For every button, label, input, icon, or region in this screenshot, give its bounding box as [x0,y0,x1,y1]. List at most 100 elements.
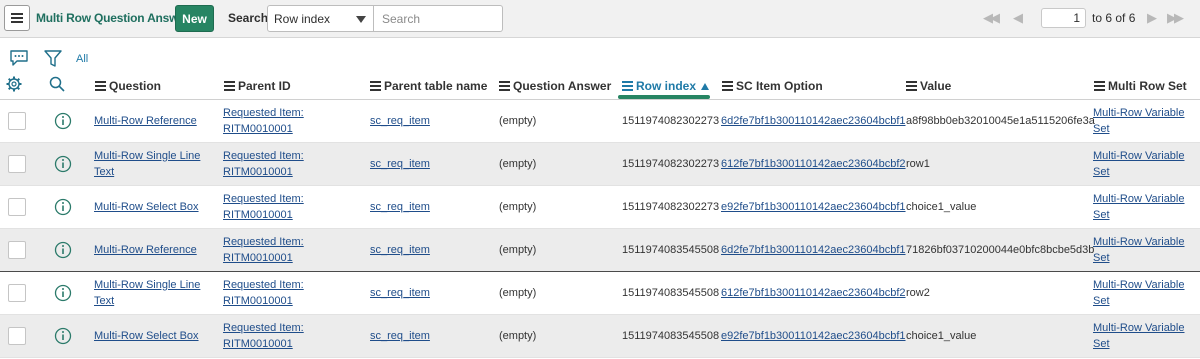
list-header-bar: Multi Row Question Answers New Search Ro… [0,0,1200,38]
question-link[interactable]: Multi-Row Reference [94,113,197,129]
parent-table-link[interactable]: sc_req_item [370,199,430,215]
filter-breadcrumb-all[interactable]: All [76,53,88,65]
multi-row-set-link-line: Multi-Row Variable [1093,107,1185,119]
parent-id-link-line: RITM0010001 [223,295,293,307]
new-button[interactable]: New [175,5,214,32]
value-text: choice1_value [906,201,977,213]
sc-item-option-link[interactable]: 6d2fe7bf1b300110142aec23604bcbf1 [721,113,906,129]
multi-row-set-link[interactable]: Multi-Row Variable Set [1093,234,1185,266]
info-icon[interactable] [54,155,72,176]
multi-row-set-link[interactable]: Multi-Row Variable Set [1093,277,1185,309]
row-index-value: 1511974083545508 [622,287,720,299]
info-icon[interactable] [54,241,72,262]
parent-id-link[interactable]: Requested Item: RITM0010001 [223,148,304,180]
column-header-label: Parent table name [384,79,488,93]
parent-id-link[interactable]: Requested Item: RITM0010001 [223,320,304,352]
previous-page-icon[interactable]: ◀ [1013,10,1023,26]
column-header-label: Multi Row Set [1108,79,1187,93]
column-header-label: Row index [636,79,697,93]
info-icon[interactable] [54,198,72,219]
value-text: 71826bf03710200044e0bfc8bcbe5d3b [906,244,1095,256]
parent-id-link[interactable]: Requested Item: RITM0010001 [223,191,304,223]
table-row: Multi-Row Reference Requested Item: RITM00… [0,229,1200,272]
first-page-icon[interactable]: ◀◀ [983,10,1000,26]
parent-id-link-line: Requested Item: [223,150,304,162]
last-page-icon[interactable]: ▶▶ [1167,10,1184,26]
question-link[interactable]: Multi-Row Select Box [94,199,199,215]
column-header-row-index[interactable]: Row index [622,79,710,93]
column-header-parent-table-name[interactable]: Parent table name [370,79,487,93]
multi-row-set-link[interactable]: Multi-Row Variable Set [1093,191,1185,223]
question-link[interactable]: Multi-Row Single Line Text [94,148,200,180]
question-link-line: Multi-Row Select Box [94,330,199,342]
column-menu-icon[interactable] [722,79,733,93]
row-checkbox[interactable] [8,284,26,302]
search-placeholder: Search [382,12,421,26]
parent-table-link[interactable]: sc_req_item [370,242,430,258]
value-text: row2 [906,287,930,299]
column-header-value[interactable]: Value [906,79,951,93]
row-checkbox[interactable] [8,327,26,345]
column-header-parent-id[interactable]: Parent ID [224,79,291,93]
question-link-line: Multi-Row Single Line [94,150,201,162]
column-menu-icon[interactable] [1094,79,1105,93]
column-header-label: Value [920,79,952,93]
parent-table-link[interactable]: sc_req_item [370,113,430,129]
column-menu-icon[interactable] [906,79,917,93]
parent-table-link[interactable]: sc_req_item [370,285,430,301]
multi-row-set-link[interactable]: Multi-Row Variable Set [1093,320,1185,352]
info-icon[interactable] [54,284,72,305]
row-checkbox[interactable] [8,198,26,216]
question-answer-value: (empty) [499,287,537,299]
info-icon[interactable] [54,112,72,133]
column-header-question[interactable]: Question [95,79,161,93]
parent-id-link[interactable]: Requested Item: RITM0010001 [223,105,304,137]
list-title[interactable]: Multi Row Question Answers [36,11,196,25]
value-text: a8f98bb0eb32010045e1a5115206fe3a [906,115,1095,127]
parent-table-link[interactable]: sc_req_item [370,156,430,172]
page-number-input[interactable]: 1 [1041,8,1086,28]
parent-id-link-line: Requested Item: [223,193,304,205]
question-link-line: Multi-Row Single Line [94,279,201,291]
column-menu-icon[interactable] [224,79,235,93]
parent-id-link-line: RITM0010001 [223,209,293,221]
parent-table-link[interactable]: sc_req_item [370,328,430,344]
search-icon[interactable] [49,76,65,92]
multi-row-set-link-line: Set [1093,338,1110,350]
column-menu-icon[interactable] [370,79,381,93]
column-header-multi-row-set[interactable]: Multi Row Set [1094,79,1187,93]
row-checkbox[interactable] [8,112,26,130]
column-header-sc-item-option[interactable]: SC Item Option [722,79,823,93]
question-link[interactable]: Multi-Row Single Line Text [94,277,200,309]
parent-id-link[interactable]: Requested Item: RITM0010001 [223,234,304,266]
info-icon[interactable] [54,327,72,348]
next-page-icon[interactable]: ▶ [1147,10,1157,26]
sc-item-option-link[interactable]: 612fe7bf1b300110142aec23604bcbf2 [721,285,906,301]
column-menu-icon[interactable] [95,79,106,93]
parent-id-link[interactable]: Requested Item: RITM0010001 [223,277,304,309]
row-checkbox[interactable] [8,155,26,173]
filter-icon[interactable] [44,49,62,69]
comment-icon[interactable] [9,49,29,67]
multi-row-set-link-line: Multi-Row Variable [1093,193,1185,205]
parent-id-link-line: RITM0010001 [223,338,293,350]
column-menu-icon[interactable] [622,79,633,93]
sc-item-option-link[interactable]: e92fe7bf1b300110142aec23604bcbf1 [721,328,906,344]
gear-icon[interactable] [6,76,22,92]
search-field-select[interactable]: Row index [267,5,374,32]
search-input[interactable]: Search [374,5,503,32]
question-link-line: Text [94,166,115,178]
column-menu-icon[interactable] [499,79,510,93]
question-link[interactable]: Multi-Row Reference [94,242,197,258]
list-menu-button[interactable] [4,5,30,31]
multi-row-set-link[interactable]: Multi-Row Variable Set [1093,105,1185,137]
sc-item-option-link[interactable]: e92fe7bf1b300110142aec23604bcbf1 [721,199,906,215]
column-header-label: Parent ID [238,79,291,93]
row-checkbox[interactable] [8,241,26,259]
sc-item-option-link[interactable]: 6d2fe7bf1b300110142aec23604bcbf1 [721,242,906,258]
column-header-question-answer[interactable]: Question Answer [499,79,611,93]
question-link[interactable]: Multi-Row Select Box [94,328,199,344]
parent-id-link-line: Requested Item: [223,322,304,334]
sc-item-option-link[interactable]: 612fe7bf1b300110142aec23604bcbf2 [721,156,906,172]
multi-row-set-link[interactable]: Multi-Row Variable Set [1093,148,1185,180]
